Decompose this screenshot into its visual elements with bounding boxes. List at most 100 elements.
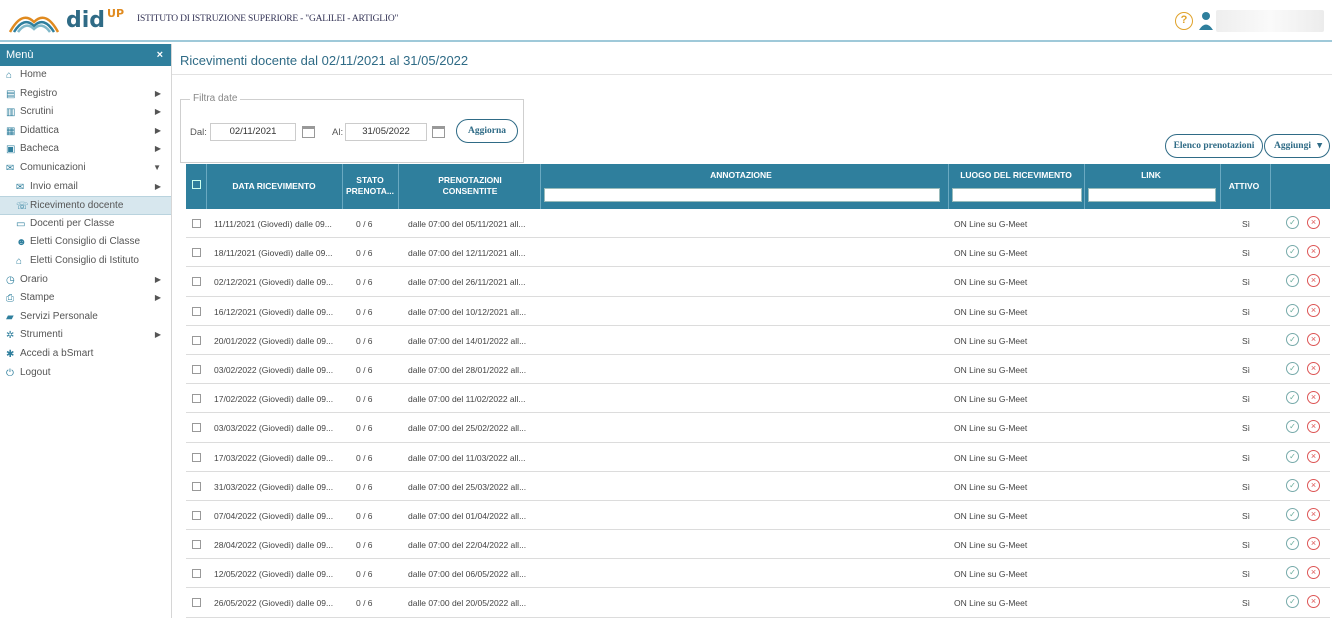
table-row[interactable]: 12/05/2022 (Giovedì) dalle 09... 0 / 6 dal… (186, 559, 1330, 589)
sidebar-item-home[interactable]: ⌂ Home (0, 66, 171, 85)
from-date-input[interactable]: 02/11/2021 (210, 123, 296, 141)
col-bookings[interactable]: PRENOTAZIONI CONSENTITE (420, 175, 520, 197)
edit-check-icon[interactable]: ✓ (1286, 507, 1299, 521)
row-checkbox[interactable] (192, 364, 201, 374)
sidebar-item-comunicazioni[interactable]: ✉ Comunicazioni ▼ (0, 159, 171, 178)
edit-check-icon[interactable]: ✓ (1286, 274, 1299, 288)
sidebar-item-bacheca[interactable]: ▣ Bacheca ▶ (0, 140, 171, 159)
edit-check-icon[interactable]: ✓ (1286, 420, 1299, 434)
table-row[interactable]: 17/02/2022 (Giovedì) dalle 09... 0 / 6 dal… (186, 384, 1330, 414)
sidebar-item-registro[interactable]: ▤ Registro ▶ (0, 85, 171, 104)
edit-check-icon[interactable]: ✓ (1286, 391, 1299, 405)
update-button[interactable]: Aggiorna (456, 119, 518, 143)
sidebar-item-invio-email[interactable]: ✉ Invio email ▶ (0, 178, 171, 197)
row-bookings: dalle 07:00 del 25/02/2022 all... (408, 423, 527, 434)
table-row[interactable]: 20/01/2022 (Giovedì) dalle 09... 0 / 6 dal… (186, 326, 1330, 355)
sidebar-item-ricevimento-docente[interactable]: ☏Ricevimento docente (0, 196, 171, 215)
delete-x-icon[interactable]: × (1307, 332, 1320, 346)
delete-x-icon[interactable]: × (1307, 216, 1320, 229)
link-filter-input[interactable] (1088, 188, 1216, 202)
row-checkbox[interactable] (192, 598, 201, 608)
col-note[interactable]: ANNOTAZIONE (540, 170, 942, 181)
delete-x-icon[interactable]: × (1307, 537, 1320, 551)
sidebar-item-eletti-classe[interactable]: ☻ Eletti Consiglio di Classe (0, 233, 171, 252)
edit-check-icon[interactable]: ✓ (1286, 332, 1299, 346)
col-link[interactable]: LINK (1084, 170, 1218, 181)
delete-x-icon[interactable]: × (1307, 391, 1320, 405)
sidebar-item-servizi-personale[interactable]: ▰ Servizi Personale (0, 308, 171, 327)
table-row[interactable]: 02/12/2021 (Giovedì) dalle 09... 0 / 6 dal… (186, 267, 1330, 297)
delete-x-icon[interactable]: × (1307, 449, 1320, 463)
delete-x-icon[interactable]: × (1307, 507, 1320, 521)
help-icon[interactable]: ? (1175, 12, 1193, 30)
table-row[interactable]: 31/03/2022 (Giovedì) dalle 09... 0 / 6 dal… (186, 472, 1330, 501)
delete-x-icon[interactable]: × (1307, 420, 1320, 434)
booking-list-button[interactable]: Elenco prenotazioni (1165, 134, 1263, 158)
edit-check-icon[interactable]: ✓ (1286, 245, 1299, 259)
row-checkbox[interactable] (192, 481, 201, 491)
sidebar-item-orario[interactable]: ◷ Orario ▶ (0, 271, 171, 290)
table-row[interactable]: 28/04/2022 (Giovedì) dalle 09... 0 / 6 dal… (186, 530, 1330, 560)
sidebar-item-strumenti[interactable]: ✲ Strumenti ▶ (0, 326, 171, 345)
delete-x-icon[interactable]: × (1307, 361, 1320, 375)
row-checkbox[interactable] (192, 219, 201, 228)
row-checkbox[interactable] (192, 277, 201, 287)
row-checkbox[interactable] (192, 335, 201, 345)
table-row[interactable]: 11/11/2021 (Giovedì) dalle 09... 0 / 6 dal… (186, 209, 1330, 239)
sidebar-item-didattica[interactable]: ▦ Didattica ▶ (0, 122, 171, 141)
row-checkbox[interactable] (192, 423, 201, 433)
row-place: ON Line su G-Meet (954, 277, 1028, 288)
edit-check-icon[interactable]: ✓ (1286, 595, 1299, 609)
row-place: ON Line su G-Meet (954, 423, 1028, 434)
sidebar-item-stampe[interactable]: ⎙ Stampe ▶ (0, 289, 171, 308)
to-date-input[interactable]: 31/05/2022 (345, 123, 427, 141)
row-checkbox[interactable] (192, 569, 201, 579)
user-icon[interactable] (1198, 11, 1214, 31)
sidebar-item-scrutini[interactable]: ▥ Scrutini ▶ (0, 103, 171, 122)
col-place[interactable]: LUOGO DEL RICEVIMENTO (948, 170, 1084, 181)
edit-check-icon[interactable]: ✓ (1286, 478, 1299, 492)
delete-x-icon[interactable]: × (1307, 245, 1320, 259)
note-filter-input[interactable] (544, 188, 940, 202)
edit-check-icon[interactable]: ✓ (1286, 449, 1299, 463)
row-checkbox[interactable] (192, 510, 201, 520)
row-checkbox[interactable] (192, 452, 201, 462)
table-row[interactable]: 18/11/2021 (Giovedì) dalle 09... 0 / 6 dal… (186, 238, 1330, 268)
edit-check-icon[interactable]: ✓ (1286, 566, 1299, 580)
grades-icon: ▥ (6, 107, 16, 119)
table-row[interactable]: 17/03/2022 (Giovedì) dalle 09... 0 / 6 dal… (186, 443, 1330, 472)
close-menu-icon[interactable]: × (157, 44, 163, 66)
edit-check-icon[interactable]: ✓ (1286, 537, 1299, 551)
edit-check-icon[interactable]: ✓ (1286, 303, 1299, 317)
row-checkbox[interactable] (192, 306, 201, 316)
col-active[interactable]: ATTIVO (1220, 181, 1268, 192)
sidebar-item-docenti-per-classe[interactable]: ▭ Docenti per Classe (0, 215, 171, 234)
delete-x-icon[interactable]: × (1307, 566, 1320, 580)
sidebar-item-logout[interactable]: ⏻ Logout (0, 364, 171, 383)
select-all-checkbox[interactable] (192, 180, 201, 189)
table-row[interactable]: 03/02/2022 (Giovedì) dalle 09... 0 / 6 dal… (186, 355, 1330, 385)
sidebar-item-eletti-istituto[interactable]: ⌂ Eletti Consiglio di Istituto (0, 252, 171, 271)
table-row[interactable]: 26/05/2022 (Giovedì) dalle 09... 0 / 6 dal… (186, 588, 1330, 618)
add-button[interactable]: Aggiungi ▾ (1264, 134, 1330, 158)
edit-check-icon[interactable]: ✓ (1286, 216, 1299, 229)
row-checkbox[interactable] (192, 394, 201, 404)
delete-x-icon[interactable]: × (1307, 303, 1320, 317)
delete-x-icon[interactable]: × (1307, 595, 1320, 609)
calendar-icon[interactable] (432, 126, 445, 138)
table-row[interactable]: 16/12/2021 (Giovedì) dalle 09... 0 / 6 dal… (186, 297, 1330, 326)
place-filter-input[interactable] (952, 188, 1082, 202)
delete-x-icon[interactable]: × (1307, 274, 1320, 288)
row-checkbox[interactable] (192, 540, 201, 550)
row-checkbox[interactable] (192, 248, 201, 258)
sidebar-item-bsmart[interactable]: ✱ Accedi a bSmart (0, 345, 171, 364)
table-row[interactable]: 03/03/2022 (Giovedì) dalle 09... 0 / 6 dal… (186, 413, 1330, 443)
user-name-box[interactable] (1216, 10, 1324, 32)
calendar-icon[interactable] (302, 126, 315, 138)
delete-x-icon[interactable]: × (1307, 478, 1320, 492)
table-body: 11/11/2021 (Giovedì) dalle 09... 0 / 6 dal… (186, 209, 1330, 618)
col-date[interactable]: DATA RICEVIMENTO (206, 181, 342, 192)
table-row[interactable]: 07/04/2022 (Giovedì) dalle 09... 0 / 6 dal… (186, 501, 1330, 531)
edit-check-icon[interactable]: ✓ (1286, 361, 1299, 375)
col-state[interactable]: STATO PRENOTA... (344, 175, 396, 197)
